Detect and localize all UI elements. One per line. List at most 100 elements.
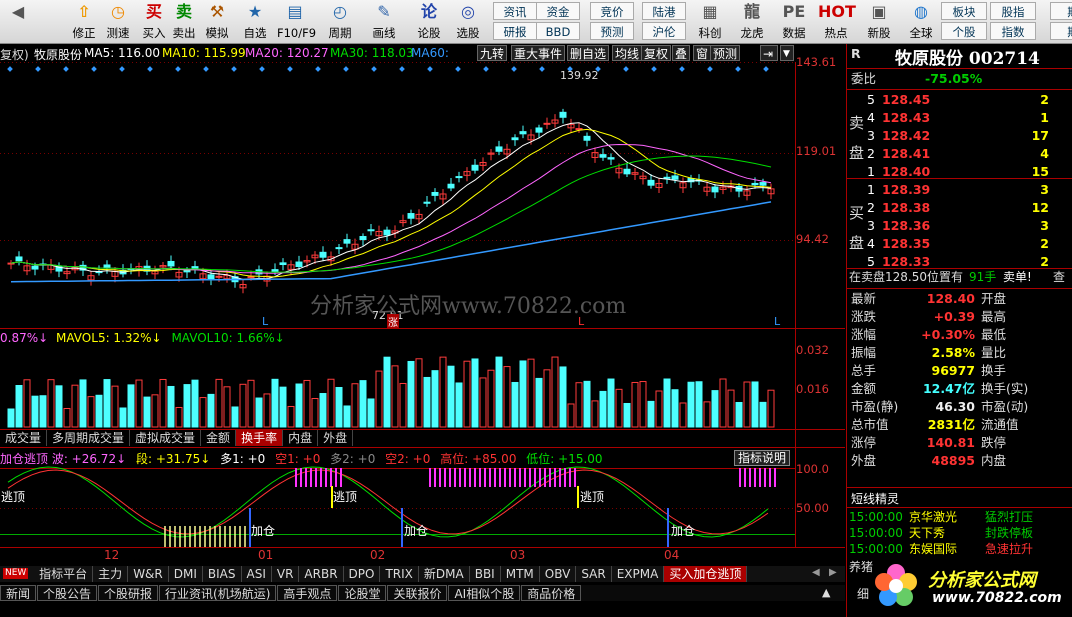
- flower-logo-icon: [875, 564, 917, 606]
- toolbar-sell-button[interactable]: 卖卖出: [166, 0, 202, 44]
- clock-icon: ◷: [111, 2, 125, 21]
- escape-top-label: 逃顶: [1, 490, 26, 504]
- volume-tab[interactable]: 虚拟成交量: [130, 430, 202, 446]
- toolbar-hammer-button[interactable]: ⚒ 模拟: [199, 0, 235, 44]
- stat-row: 最新 128.40 开盘: [851, 291, 1007, 306]
- short-term-spirit-title: 短线精灵: [851, 492, 900, 506]
- news-tab[interactable]: 行业资讯(机场航运): [159, 585, 277, 601]
- news-tab[interactable]: 论股堂: [338, 585, 387, 601]
- toolbar-box-bottom[interactable]: 指数: [990, 22, 1036, 40]
- volume-axis-label: 0.016: [796, 382, 829, 396]
- news-tab[interactable]: 商品价格: [521, 585, 582, 601]
- toolbar-kechuang-button[interactable]: ▦ 科创: [692, 0, 728, 44]
- indicator-tab[interactable]: 新DMA: [419, 566, 470, 582]
- indicator-tab[interactable]: BBI: [470, 566, 501, 582]
- indicator-tab[interactable]: TRIX: [380, 566, 419, 582]
- toolbar-newstock-button[interactable]: ▣ 新股: [861, 0, 897, 44]
- indicator-tab[interactable]: 买入加仓逃顶: [664, 566, 748, 582]
- toolbar-box-top[interactable]: 陆港: [642, 2, 686, 20]
- collapse-icon[interactable]: ▲: [822, 586, 830, 599]
- news-tab[interactable]: 高手观点: [277, 585, 338, 601]
- chart-header-button[interactable]: 复权: [641, 45, 672, 61]
- volume-tab[interactable]: 外盘: [318, 430, 354, 446]
- indicator-tab[interactable]: DPO: [344, 566, 381, 582]
- chart-header-button[interactable]: 预测: [710, 45, 741, 61]
- chart-header-button[interactable]: 窗: [693, 45, 712, 61]
- toolbar-hot-button[interactable]: HOT 热点: [818, 0, 856, 44]
- alert-row[interactable]: 15:00:00 天下秀 封跌停板: [847, 525, 1061, 542]
- volume-axis-label: 0.032: [796, 343, 829, 357]
- chart-header-button[interactable]: 九转: [477, 45, 508, 61]
- chart-header-button[interactable]: 重大事件: [511, 45, 566, 61]
- toolbar-pen-button[interactable]: ✎ 画线: [366, 0, 402, 44]
- month-label: 03: [510, 548, 526, 562]
- buy-level-row: 4 128.35 2: [867, 236, 1049, 251]
- volume-tab[interactable]: 换手率: [236, 430, 284, 446]
- chart-header-button[interactable]: 均线: [612, 45, 643, 61]
- news-tab[interactable]: 关联报价: [387, 585, 448, 601]
- toolbar-box-bottom[interactable]: 个股: [941, 22, 987, 40]
- volume-tab[interactable]: 多周期成交量: [47, 430, 131, 446]
- toolbar-discuss-button[interactable]: 论论股: [411, 0, 447, 44]
- news-tab[interactable]: 个股公告: [37, 585, 98, 601]
- volume-tab[interactable]: 金额: [201, 430, 237, 446]
- toolbar-box-top[interactable]: 期: [1050, 2, 1072, 20]
- indicator-tab[interactable]: ASI: [242, 566, 272, 582]
- toolbar-back-button[interactable]: ◀: [4, 0, 32, 44]
- toolbar-period-button[interactable]: ◴ 周期: [322, 0, 358, 44]
- indicator-tab[interactable]: DMI: [169, 566, 203, 582]
- pin-icon[interactable]: ⇥: [760, 45, 778, 61]
- new-badge: NEW: [3, 568, 29, 579]
- toolbar-box-bottom[interactable]: 研报: [493, 22, 537, 40]
- indicator-tab[interactable]: EXPMA: [612, 566, 665, 582]
- toolbar-pe-button[interactable]: PE 数据: [776, 0, 812, 44]
- volume-tab[interactable]: 内盘: [283, 430, 319, 446]
- toolbar-star-button[interactable]: ★ 自选: [237, 0, 273, 44]
- dropdown-icon[interactable]: ▼: [780, 45, 794, 61]
- stat-row: 外盘 48895 内盘: [851, 453, 1007, 468]
- indicator-tab[interactable]: MTM: [501, 566, 540, 582]
- indicator-tab[interactable]: 指标平台: [34, 566, 94, 582]
- watermark: 分析家公式网www.70822.com: [310, 294, 627, 319]
- indicator-tab[interactable]: SAR: [576, 566, 612, 582]
- f10-icon: ▤: [287, 2, 303, 21]
- toolbar-box-top[interactable]: 竞价: [590, 2, 634, 20]
- toolbar-box-top[interactable]: 股指: [990, 2, 1036, 20]
- indicator-tab[interactable]: OBV: [540, 566, 577, 582]
- toolbar-arrow-up-button[interactable]: ⇧ 修正: [66, 0, 102, 44]
- toolbar-box-bottom[interactable]: 预测: [590, 22, 634, 40]
- scroll-right-icon[interactable]: ▶: [829, 567, 837, 578]
- indicator-tab[interactable]: 主力: [93, 566, 129, 582]
- volume-tab[interactable]: 成交量: [0, 430, 48, 446]
- toolbar-clock-button[interactable]: ◷ 测速: [100, 0, 136, 44]
- indicator-tab[interactable]: BIAS: [203, 566, 242, 582]
- alert-row[interactable]: 15:00:00 京华激光 猛烈打压: [847, 509, 1061, 526]
- indicator-help-button[interactable]: 指标说明: [734, 450, 791, 466]
- toolbar-box-top[interactable]: 资讯: [493, 2, 537, 20]
- toolbar-box-bottom[interactable]: 沪伦: [642, 22, 686, 40]
- indicator-tab[interactable]: ARBR: [299, 566, 344, 582]
- toolbar-f10-button[interactable]: ▤ F10/F9: [277, 0, 316, 44]
- kechuang-icon: ▦: [702, 2, 718, 21]
- add-position-label: 加仓: [251, 524, 276, 538]
- toolbar-box-bottom[interactable]: 期: [1050, 22, 1072, 40]
- toolbar-globe-button[interactable]: ◍ 全球: [903, 0, 939, 44]
- news-tab[interactable]: AI相似个股: [448, 585, 521, 601]
- chart-header-button[interactable]: 删自选: [567, 45, 610, 61]
- news-tab[interactable]: 个股研报: [98, 585, 159, 601]
- sell-level-row: 3 128.42 17: [867, 128, 1049, 143]
- scroll-left-icon[interactable]: ◀: [812, 567, 820, 578]
- toolbar-box-top[interactable]: 资金: [536, 2, 580, 20]
- pen-icon: ✎: [377, 2, 391, 21]
- buy-level-row: 3 128.36 3: [867, 218, 1049, 233]
- price-axis-label: 143.61: [796, 55, 837, 69]
- indicator-tab[interactable]: VR: [272, 566, 300, 582]
- toolbar-search-button[interactable]: ◎ 选股: [450, 0, 486, 44]
- toolbar-box-top[interactable]: 板块: [941, 2, 987, 20]
- toolbar-box-bottom[interactable]: BBD: [536, 22, 580, 40]
- chart-header-button[interactable]: 叠: [672, 45, 691, 61]
- panel-code-label: R: [851, 46, 861, 61]
- indicator-tab[interactable]: W&R: [128, 566, 169, 582]
- news-tab[interactable]: 新闻: [0, 585, 37, 601]
- toolbar-dragon-button[interactable]: 龍龙虎: [734, 0, 770, 44]
